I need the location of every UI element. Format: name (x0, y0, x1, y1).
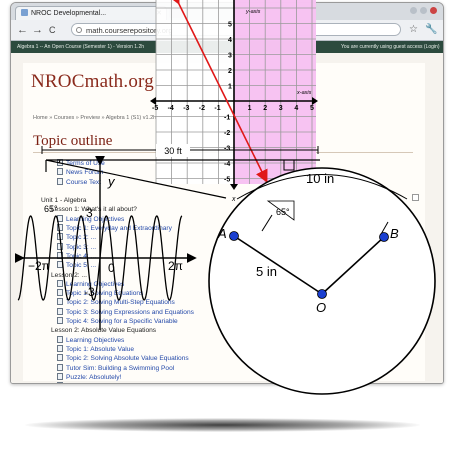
y-tick-label: -1 (224, 115, 230, 122)
y-tick-label: 4 (228, 37, 232, 44)
x-tick-label: 4 (294, 105, 298, 112)
sine-y-label: y (107, 174, 116, 189)
x-axis-label: x-axis (296, 90, 312, 96)
math-overlays: -5 -4 -3 -2 -1 1 2 3 4 554321-1-2-3-4-5 y-axis x-… (15, 0, 436, 395)
sine-graph: y 3 -3 −2π 2π 0 (15, 156, 197, 330)
point-b (379, 232, 389, 242)
x-tick-label: -1 (214, 105, 220, 112)
point-a (229, 231, 239, 241)
y-tick-label: -5 (224, 177, 230, 184)
x-tick-label: 5 (310, 105, 314, 112)
coordinate-graph: -5 -4 -3 -2 -1 1 2 3 4 5 5 4 3 2 1 -1 -2 -3 -4 -5 y-axis x-… (150, 0, 318, 190)
x-tick-label: -3 (183, 105, 189, 112)
point-a-label: A (217, 226, 227, 241)
x-tick-label: 1 (248, 105, 252, 112)
x-axis-arrow-left (150, 97, 156, 105)
triangle-vertex-label: x (231, 196, 236, 203)
x-tick-label: 2 (263, 105, 267, 112)
y-tick-label: -4 (224, 161, 230, 168)
y-axis-arrow-down (230, 184, 238, 190)
length-label: 30 ft (164, 146, 182, 156)
y-tick-label: 5 (228, 22, 232, 29)
point-b-label: B (390, 226, 399, 241)
circle-angle-label: 65° (276, 207, 290, 217)
y-tick-label: 3 (228, 53, 232, 60)
x-tick-label: 3 (279, 105, 283, 112)
circle (208, 167, 436, 395)
x-tick-label: -4 (168, 105, 174, 112)
radius-label: 5 in (256, 264, 277, 279)
center-o-label: O (316, 300, 326, 315)
sine-y-max: 3 (86, 206, 93, 220)
sine-x-right: 2π (168, 259, 183, 273)
arc-length-label: 10 in (306, 171, 334, 186)
y-tick-label: -2 (224, 130, 230, 137)
sine-origin: 0 (108, 261, 115, 275)
y-tick-label: -3 (224, 146, 230, 153)
y-tick-label: 2 (228, 68, 232, 75)
y-axis-label: y-axis (245, 9, 261, 15)
triangle-angle-label: 65° (44, 204, 58, 214)
y-tick-label: 1 (228, 84, 232, 91)
point-o (317, 289, 327, 299)
x-tick-label: -5 (152, 105, 158, 112)
circle-figure: 10 in 65° 5 in A B O (208, 167, 436, 395)
sine-y-min: -3 (84, 285, 95, 299)
x-tick-label: -2 (199, 105, 205, 112)
sine-x-left: −2π (28, 259, 50, 273)
